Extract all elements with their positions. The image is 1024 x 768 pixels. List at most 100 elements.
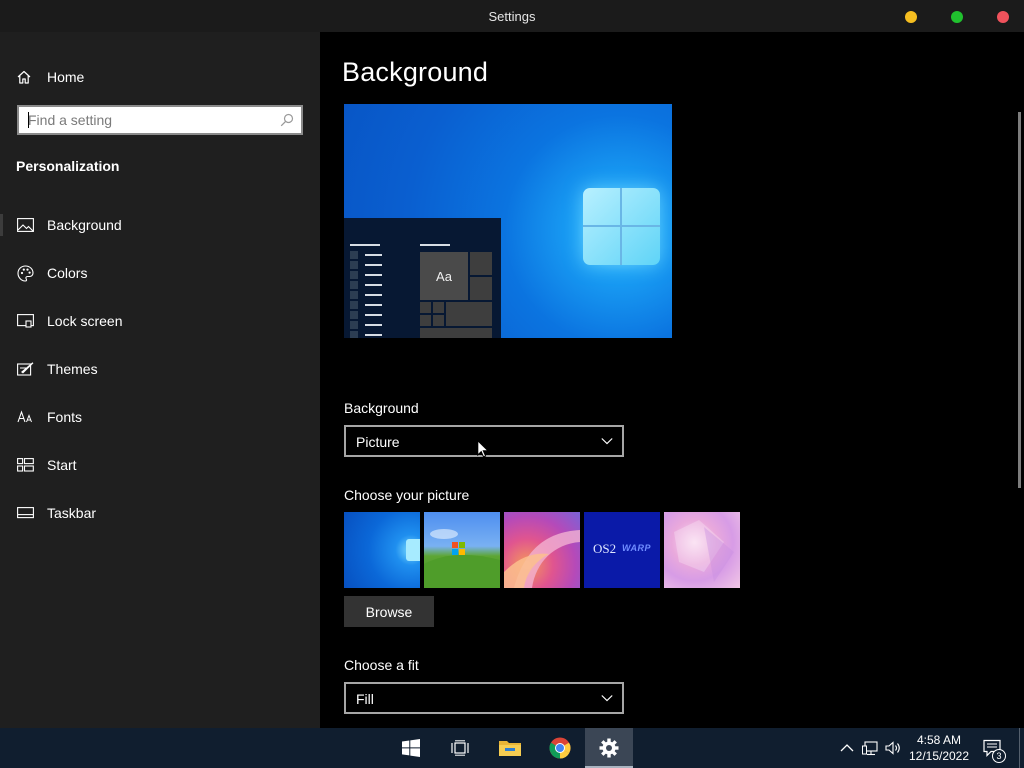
taskbar-settings-button[interactable]	[585, 728, 633, 768]
chrome-icon	[549, 737, 571, 759]
xp-hills-art	[424, 529, 500, 588]
sidebar-nav: Background Colors Lock screen Themes Fon…	[0, 201, 320, 537]
preview-tile	[433, 302, 444, 313]
fonts-icon	[16, 408, 34, 426]
preview-list-row	[350, 270, 382, 280]
background-label: Background	[344, 400, 419, 416]
sidebar-item-taskbar[interactable]: Taskbar	[0, 489, 320, 537]
scrollbar[interactable]	[1018, 112, 1021, 488]
thumbnail-windows-11-blue[interactable]	[344, 512, 420, 588]
sidebar-home[interactable]: Home	[16, 65, 84, 89]
preview-list-row	[350, 330, 382, 338]
fit-dropdown-value: Fill	[356, 691, 374, 707]
bloom-art	[504, 530, 580, 588]
preview-list-row	[350, 320, 382, 330]
window-title: Settings	[488, 9, 536, 24]
page-title: Background	[342, 57, 489, 87]
main-content: Background Aa Background Picture Choose …	[320, 32, 1024, 728]
maximize-button[interactable]	[951, 11, 963, 23]
home-icon	[17, 70, 31, 84]
text-caret	[28, 112, 29, 128]
palette-icon	[16, 264, 34, 282]
preview-start-menu: Aa	[344, 218, 501, 338]
sidebar-item-start[interactable]: Start	[0, 441, 320, 489]
background-dropdown-value: Picture	[356, 434, 400, 450]
preview-list-row	[350, 250, 382, 260]
file-explorer-icon	[499, 741, 521, 756]
preview-tile	[470, 277, 492, 300]
chevron-down-icon	[601, 438, 613, 445]
preview-tile-aa: Aa	[420, 252, 468, 300]
choose-picture-label: Choose your picture	[344, 487, 470, 503]
search-input[interactable]	[19, 107, 269, 133]
sidebar-home-label: Home	[47, 69, 85, 85]
thumbnail-logo-shape	[406, 539, 420, 561]
chevron-up-icon[interactable]	[839, 740, 855, 756]
preview-tile	[470, 252, 492, 275]
windows-logo-icon	[583, 188, 660, 265]
preview-list-row	[350, 260, 382, 270]
picture-icon	[16, 216, 34, 234]
preview-list-row	[350, 280, 382, 290]
windows-start-icon	[402, 739, 420, 757]
preview-app-list	[350, 250, 382, 338]
preview-tile	[420, 328, 492, 338]
network-icon[interactable]	[862, 740, 878, 756]
show-desktop-button[interactable]	[1019, 728, 1020, 768]
minimize-button[interactable]	[905, 11, 917, 23]
chevron-down-icon	[601, 695, 613, 702]
warp-text: WARP	[622, 543, 651, 553]
preview-list-header	[350, 244, 380, 246]
taskbar-chrome-button[interactable]	[536, 728, 584, 768]
clock-date: 12/15/2022	[908, 749, 970, 763]
settings-gear-icon	[599, 738, 619, 758]
start-icon	[16, 456, 34, 474]
sidebar-item-label: Themes	[47, 361, 98, 377]
preview-tiles-header	[420, 244, 450, 246]
sidebar-item-themes[interactable]: Themes	[0, 345, 320, 393]
thumbnail-pink-crystal[interactable]	[664, 512, 740, 588]
section-title: Personalization	[16, 158, 120, 174]
taskbar-file-explorer-button[interactable]	[486, 728, 534, 768]
sidebar-item-label: Taskbar	[47, 505, 97, 521]
preview-tile	[433, 315, 444, 326]
notification-count-badge: 3	[992, 749, 1006, 763]
thumbnail-os2-warp[interactable]: OS2 WARP	[584, 512, 660, 588]
preview-list-row	[350, 290, 382, 300]
thumbnail-windows-11-bloom[interactable]	[504, 512, 580, 588]
preview-tile	[420, 315, 431, 326]
search-icon[interactable]	[280, 113, 294, 127]
title-bar: Settings	[0, 0, 1024, 32]
sidebar-item-fonts[interactable]: Fonts	[0, 393, 320, 441]
sidebar-item-label: Start	[47, 457, 77, 473]
sidebar-item-background[interactable]: Background	[0, 201, 320, 249]
taskbar-clock[interactable]: 4:58 AM 12/15/2022	[906, 732, 972, 764]
preview-tile	[420, 302, 431, 313]
preview-list-row	[350, 310, 382, 320]
search-box[interactable]	[17, 105, 303, 135]
preview-tile	[446, 302, 492, 326]
volume-icon[interactable]	[885, 740, 901, 756]
lock-screen-icon	[16, 312, 34, 330]
sidebar-item-label: Background	[47, 217, 122, 233]
taskbar-start-button[interactable]	[387, 728, 435, 768]
fit-dropdown[interactable]: Fill	[344, 682, 624, 714]
thumbnail-windows-xp-bliss[interactable]	[424, 512, 500, 588]
taskbar-icon	[16, 504, 34, 522]
sidebar-item-colors[interactable]: Colors	[0, 249, 320, 297]
crystal-art	[674, 520, 734, 582]
os2-text: OS2	[593, 541, 617, 556]
close-button[interactable]	[997, 11, 1009, 23]
browse-button[interactable]: Browse	[344, 596, 434, 627]
themes-icon	[16, 360, 34, 378]
taskbar-task-view-button[interactable]	[436, 728, 484, 768]
task-view-icon	[451, 740, 469, 756]
background-preview: Aa	[344, 104, 672, 338]
clock-time: 4:58 AM	[916, 733, 962, 747]
mouse-cursor-icon	[477, 440, 489, 458]
fit-label: Choose a fit	[344, 657, 419, 673]
taskbar: 4:58 AM 12/15/2022 3	[0, 728, 1024, 768]
sidebar-item-label: Colors	[47, 265, 88, 281]
sidebar-item-lock-screen[interactable]: Lock screen	[0, 297, 320, 345]
sidebar-item-label: Fonts	[47, 409, 83, 425]
